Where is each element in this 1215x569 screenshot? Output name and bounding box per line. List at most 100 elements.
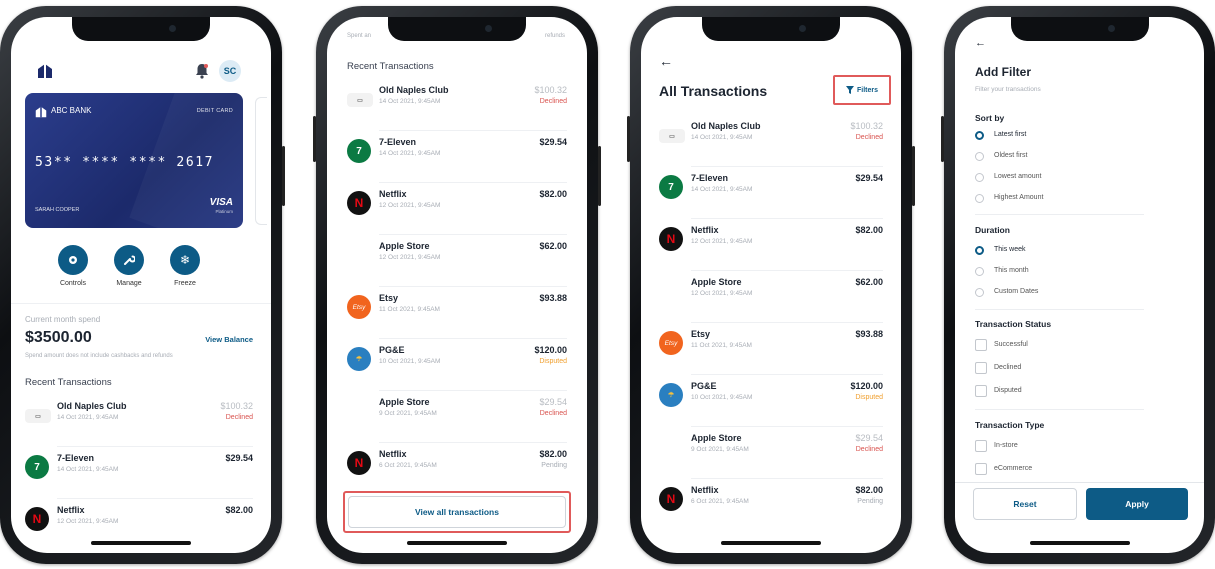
transaction-status: Pending (541, 462, 567, 469)
transaction-date: 14 Oct 2021, 9:45AM (379, 98, 441, 105)
transaction-row[interactable]: ☂ PG&E 10 Oct 2021, 9:45AM $120.00 Disputed (659, 375, 883, 427)
transaction-row[interactable]: 7 7-Eleven 14 Oct 2021, 9:45AM $29.54 (25, 447, 253, 499)
scrolled-text-left: Spent an (347, 33, 372, 39)
transaction-row[interactable]: N Netflix 12 Oct 2021, 9:45AM $82.00 (347, 183, 567, 235)
manage-action[interactable]: Manage (107, 245, 151, 287)
sort-latest-radio[interactable] (975, 131, 984, 140)
transaction-type-title: Transaction Type (975, 420, 1045, 430)
sort-option-label: Lowest amount (994, 173, 1042, 180)
apply-button[interactable]: Apply (1086, 488, 1188, 520)
all-transactions-screen: ← All Transactions Filters ▭ Old Naples C… (641, 17, 901, 553)
duration-this-month-radio[interactable] (975, 267, 984, 276)
dashboard-screen: SC ABC BANK DEBIT CARD 53** **** **** 26… (11, 17, 271, 553)
apple-logo-icon (659, 435, 683, 459)
transaction-amount: $62.00 (539, 241, 567, 251)
transaction-date: 11 Oct 2021, 9:45AM (691, 342, 752, 349)
transaction-row[interactable]: Apple Store 12 Oct 2021, 9:45AM $62.00 (347, 235, 567, 287)
transaction-amount: $82.00 (855, 225, 883, 235)
sort-highest-radio[interactable] (975, 194, 984, 203)
page-subtitle: Filter your transactions (975, 86, 1041, 93)
transaction-name: Old Naples Club (691, 121, 761, 131)
transaction-row[interactable]: Apple Store 9 Oct 2021, 9:45AM $29.54 Decli… (659, 427, 883, 479)
transaction-date: 10 Oct 2021, 9:45AM (379, 358, 441, 365)
transaction-row[interactable]: ☂ PG&E 10 Oct 2021, 9:45AM $120.00 Disputed (347, 339, 567, 391)
transaction-name: Apple Store (379, 241, 430, 251)
controls-action[interactable]: Controls (51, 245, 95, 287)
transaction-row[interactable]: 7 7-Eleven 14 Oct 2021, 9:45AM $29.54 (347, 131, 567, 183)
transaction-name: Old Naples Club (379, 85, 449, 95)
gear-icon (58, 245, 88, 275)
view-all-transactions-button[interactable]: View all transactions (348, 496, 566, 528)
phone-notch (1010, 17, 1149, 41)
freeze-label: Freeze (174, 280, 196, 287)
spend-note: Spend amount does not include cashbacks … (25, 353, 173, 359)
duration-option-label: This month (994, 267, 1029, 274)
transaction-row[interactable]: ▭ Old Naples Club 14 Oct 2021, 9:45AM $100.… (347, 79, 567, 131)
home-indicator (91, 541, 191, 545)
transaction-name: Apple Store (691, 277, 742, 287)
sort-by-title: Sort by (975, 113, 1005, 123)
transaction-amount: $93.88 (539, 293, 567, 303)
status-declined-checkbox[interactable] (975, 362, 987, 374)
transaction-row[interactable]: N Netflix 12 Oct 2021, 9:45AM $82.00 (659, 219, 883, 271)
reset-button[interactable]: Reset (973, 488, 1077, 520)
transaction-amount: $100.32 (534, 85, 567, 95)
transaction-row[interactable]: ▭ Old Naples Club 14 Oct 2021, 9:45AM $100.… (659, 115, 883, 167)
sort-oldest-radio[interactable] (975, 152, 984, 161)
divider (11, 303, 271, 304)
filters-button[interactable]: Filters (833, 75, 891, 105)
status-option-label: Successful (994, 341, 1028, 348)
duration-this-week-radio[interactable] (975, 246, 984, 255)
transaction-amount: $82.00 (225, 505, 253, 515)
transaction-row[interactable]: N Netflix 6 Oct 2021, 9:45AM $82.00 Pending (659, 479, 883, 531)
controls-label: Controls (59, 280, 87, 287)
transaction-date: 12 Oct 2021, 9:45AM (57, 518, 119, 525)
type-ecommerce-checkbox[interactable] (975, 463, 987, 475)
home-indicator (1029, 541, 1130, 545)
phone-frame-recent: Spent an refunds Recent Transactions ▭ Ol… (313, 6, 601, 564)
footer-divider (955, 482, 1204, 483)
debit-card[interactable]: ABC BANK DEBIT CARD 53** **** **** 2617 … (25, 93, 243, 228)
transaction-status-title: Transaction Status (975, 319, 1052, 329)
transaction-row[interactable]: 7 7-Eleven 14 Oct 2021, 9:45AM $29.54 (659, 167, 883, 219)
type-option-label: eCommerce (994, 465, 1033, 472)
transaction-row[interactable]: N Netflix 6 Oct 2021, 9:45AM $82.00 Pending (347, 443, 567, 495)
type-instore-checkbox[interactable] (975, 440, 987, 452)
duration-custom-radio[interactable] (975, 288, 984, 297)
page-title: All Transactions (659, 83, 768, 99)
card-type: DEBIT CARD (196, 108, 233, 114)
transaction-name: 7-Eleven (691, 173, 729, 183)
transaction-row[interactable]: Apple Store 9 Oct 2021, 9:45AM $29.54 Decli… (347, 391, 567, 443)
netflix-logo-icon: N (25, 507, 49, 531)
transaction-date: 14 Oct 2021, 9:45AM (379, 150, 441, 157)
recent-transactions-title: Recent Transactions (25, 377, 112, 388)
sort-option-label: Oldest first (994, 152, 1028, 159)
sort-lowest-radio[interactable] (975, 173, 984, 182)
transaction-date: 9 Oct 2021, 9:45AM (691, 446, 749, 453)
transaction-status: Declined (225, 414, 253, 421)
avatar[interactable]: SC (219, 60, 241, 82)
phone-frame-add-filter: ← Add Filter Filter your transactions So… (941, 6, 1215, 564)
status-disputed-checkbox[interactable] (975, 385, 987, 397)
card-number: 53** **** **** 2617 (35, 155, 215, 170)
pge-logo-icon: ☂ (659, 383, 683, 407)
status-successful-checkbox[interactable] (975, 339, 987, 351)
bell-icon[interactable] (195, 63, 209, 79)
sort-option-label: Latest first (994, 131, 1027, 138)
transaction-amount: $29.54 (539, 397, 567, 407)
transaction-row[interactable]: Apple Store 12 Oct 2021, 9:45AM $62.00 (659, 271, 883, 323)
transaction-row[interactable]: Etsy Etsy 11 Oct 2021, 9:45AM $93.88 (347, 287, 567, 339)
view-balance-link[interactable]: View Balance (205, 335, 253, 344)
back-arrow-icon[interactable]: ← (659, 53, 673, 69)
transaction-row[interactable]: ▭ Old Naples Club 14 Oct 2021, 9:45AM $1… (25, 395, 253, 447)
etsy-logo-icon: Etsy (347, 295, 371, 319)
card-holder: SARAH COOPER (35, 207, 80, 213)
transaction-date: 6 Oct 2021, 9:45AM (379, 462, 437, 469)
back-arrow-icon[interactable]: ← (975, 37, 986, 49)
duration-title: Duration (975, 225, 1010, 235)
transaction-row[interactable]: Etsy Etsy 11 Oct 2021, 9:45AM $93.88 (659, 323, 883, 375)
transaction-amount: $100.32 (220, 401, 253, 411)
next-card-peek[interactable] (255, 97, 267, 225)
freeze-action[interactable]: ❄ Freeze (163, 245, 207, 287)
transaction-name: Netflix (57, 505, 85, 515)
